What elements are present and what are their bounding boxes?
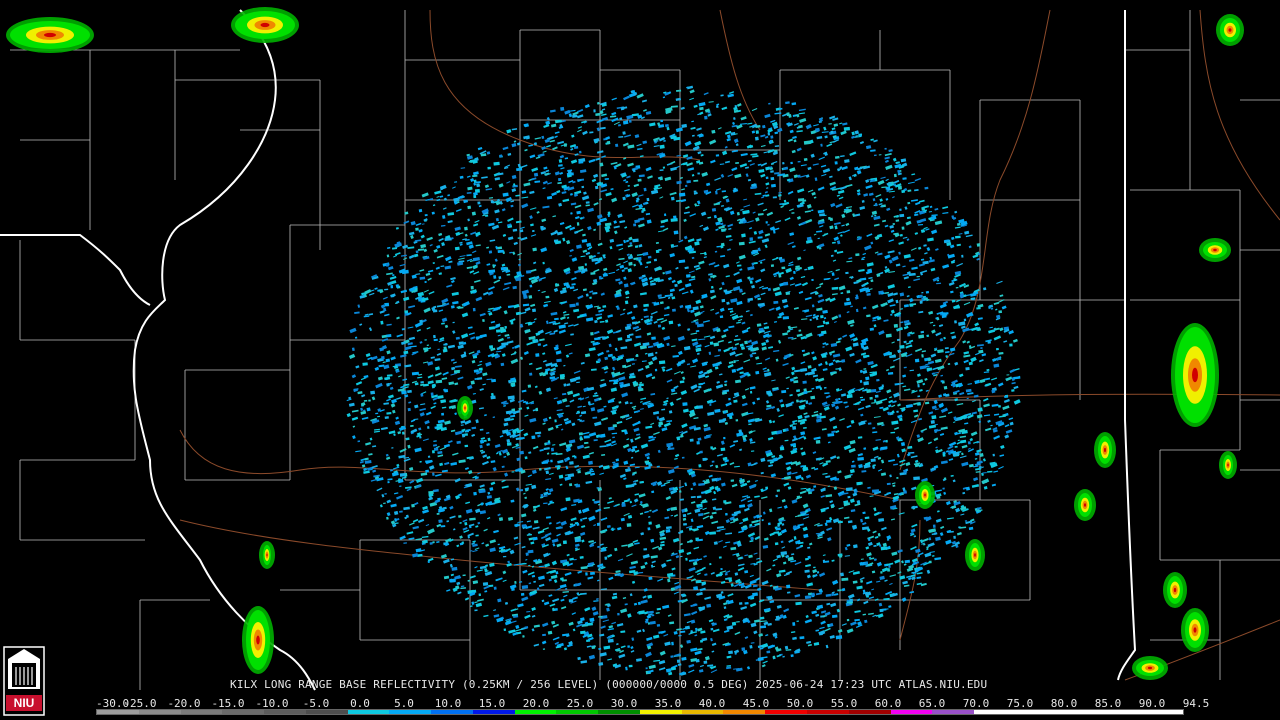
reflectivity-scale-labels: -30.0 -25.0 -20.0 -15.0 -10.0 -5.0 0.0 5.0 10.0 1…	[96, 697, 1209, 710]
colorbar-segment	[138, 710, 181, 714]
colorbar-segment	[180, 710, 223, 714]
colorbar-segment	[431, 710, 473, 714]
colorbar-segment	[681, 710, 724, 714]
colorbar-segment	[1141, 710, 1183, 714]
colorbar-segment	[639, 710, 682, 714]
colorbar-segment	[765, 710, 808, 714]
colorbar-segment	[848, 710, 891, 714]
reflectivity-colorbar	[96, 709, 1184, 715]
scale-label: 94.5	[1182, 697, 1210, 710]
colorbar-segment	[264, 710, 306, 714]
colorbar-segment	[807, 710, 849, 714]
colorbar-segment	[1015, 710, 1058, 714]
colorbar-segment	[222, 710, 265, 714]
colorbar-segment	[389, 710, 432, 714]
colorbar-segment	[347, 710, 390, 714]
radar-map	[0, 7, 1280, 691]
colorbar-segment	[598, 710, 640, 714]
colorbar-segment	[974, 710, 1016, 714]
colorbar-segment	[1057, 710, 1100, 714]
radar-echoes	[6, 7, 1244, 680]
niu-tower-logo: NIU	[3, 646, 45, 716]
colorbar-segment	[932, 710, 975, 714]
colorbar-segment	[97, 710, 139, 714]
colorbar-segment	[514, 710, 557, 714]
colorbar-segment	[890, 710, 933, 714]
product-caption: KILX LONG RANGE BASE REFLECTIVITY (0.25K…	[230, 678, 988, 691]
colorbar-segment	[556, 710, 599, 714]
colorbar-segment	[472, 710, 515, 714]
logo-text: NIU	[14, 696, 35, 710]
colorbar-segment	[305, 710, 348, 714]
county-boundaries	[10, 10, 1280, 690]
colorbar-segment	[1099, 710, 1142, 714]
colorbar-segment	[723, 710, 766, 714]
